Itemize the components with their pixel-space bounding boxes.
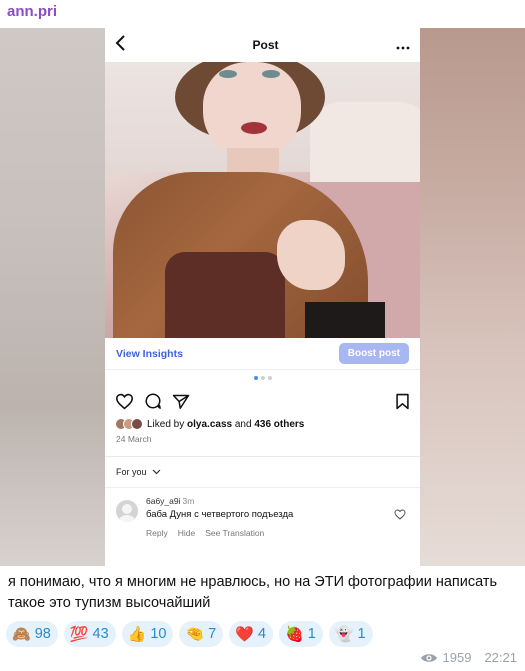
share-icon	[172, 393, 190, 410]
reaction-button[interactable]: 💯 43	[63, 621, 116, 647]
comment: 6a6y_a9i 3m баба Дуня с четвертого подъез…	[105, 487, 420, 538]
liker-avatars	[115, 418, 143, 430]
post-date: 24 March	[116, 434, 152, 444]
reaction-button[interactable]: 🙈 98	[6, 621, 58, 647]
message-photo[interactable]: Post View Insights Boost post Liked by o…	[0, 28, 525, 566]
reaction-button[interactable]: ❤️ 4	[229, 621, 274, 647]
photo-blur-right	[420, 28, 525, 566]
ellipsis-icon	[396, 37, 410, 53]
see-translation-link: See Translation	[205, 528, 265, 538]
likes-text: Liked by olya.cass and 436 others	[147, 418, 305, 430]
instagram-post-screenshot: Post View Insights Boost post Liked by o…	[105, 28, 420, 566]
red-heart-icon: ❤️	[235, 625, 254, 643]
chevron-down-icon	[152, 467, 161, 477]
chevron-left-icon	[115, 35, 135, 55]
carousel-dot	[267, 376, 272, 380]
comment-username: 6a6y_a9i 3m	[146, 496, 195, 506]
post-header: Post	[105, 28, 420, 62]
channel-name[interactable]: ann.pri	[7, 3, 57, 20]
reaction-button[interactable]: 👍 10	[121, 621, 174, 647]
hundred-icon: 💯	[69, 625, 89, 643]
insights-row: View Insights Boost post	[105, 338, 420, 370]
carousel-dots	[105, 370, 420, 386]
post-header-title: Post	[252, 38, 279, 52]
reply-link: Reply	[146, 528, 168, 538]
heart-icon	[115, 393, 134, 410]
likes-row: Liked by olya.cass and 436 others	[105, 416, 420, 432]
reaction-button[interactable]: 👻 1	[328, 621, 373, 647]
photo-blur-left	[0, 28, 105, 566]
message-meta: 1959 22:21	[420, 650, 517, 665]
carousel-dot	[260, 376, 265, 380]
reaction-button[interactable]: 🍓 1	[279, 621, 323, 647]
eye-icon	[420, 652, 438, 664]
view-count: 1959	[442, 650, 472, 665]
thumbs-up-icon: 👍	[127, 625, 147, 643]
view-insights-link: View Insights	[116, 347, 183, 360]
post-image	[105, 62, 420, 338]
heart-outline-icon	[394, 509, 406, 523]
comment-text: баба Дуня с четвертого подъезда	[146, 509, 294, 520]
comment-icon	[144, 392, 162, 410]
monkey-icon: 🙈	[12, 625, 31, 643]
for-you-filter: For you	[105, 457, 420, 487]
comment-avatar	[116, 500, 138, 522]
post-actions	[105, 386, 420, 416]
pinching-hand-icon: 🤏	[185, 625, 205, 643]
carousel-dot	[253, 376, 258, 380]
boost-post-button: Boost post	[338, 343, 409, 364]
reactions-bar: 🙈 98 💯 43 👍 10 🤏 7 ❤️ 4 🍓 1 👻 1	[6, 621, 373, 647]
message-time: 22:21	[484, 650, 517, 665]
strawberry-icon: 🍓	[285, 625, 304, 643]
message-caption: я понимаю, что я многим не нравлюсь, но …	[8, 574, 498, 611]
comment-actions: Reply Hide See Translation	[146, 528, 293, 538]
reaction-button[interactable]: 🤏 7	[179, 621, 224, 647]
bookmark-icon	[395, 393, 410, 410]
hide-link: Hide	[177, 528, 196, 538]
ghost-icon: 👻	[334, 625, 354, 643]
